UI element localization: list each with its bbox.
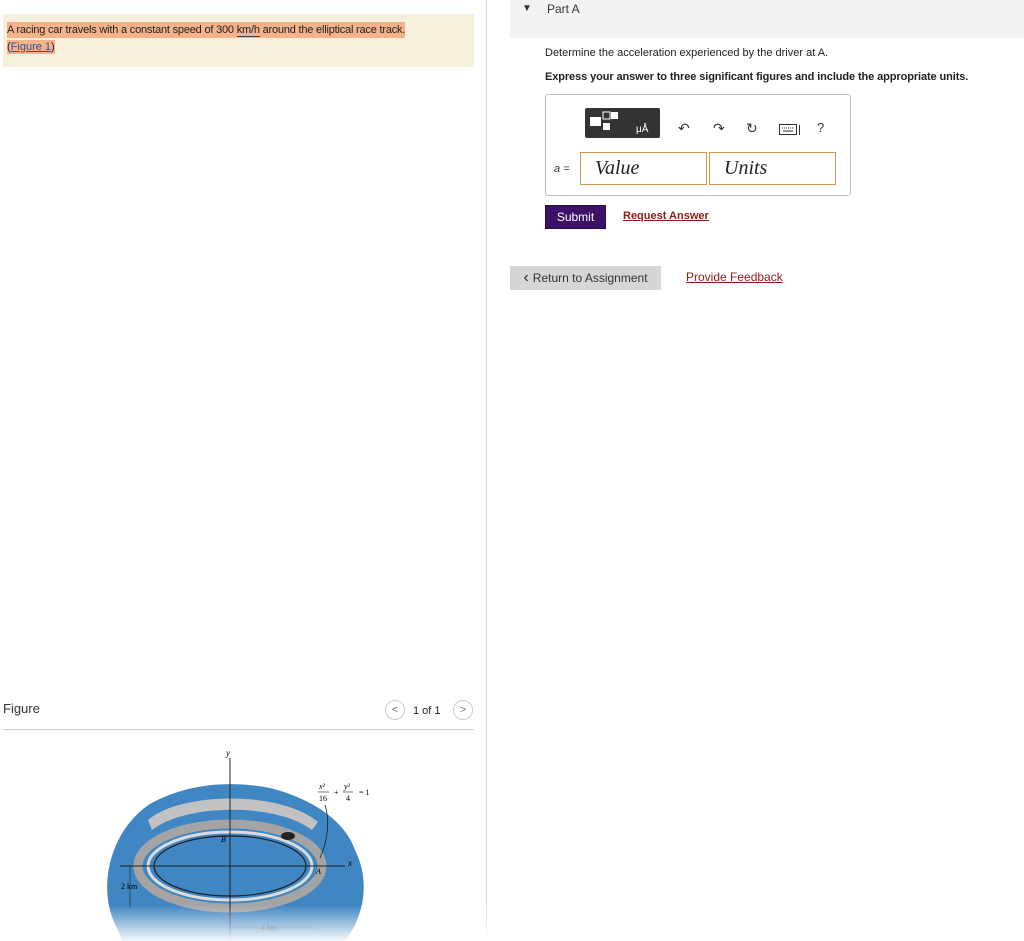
figure-pager: 1 of 1 — [413, 705, 441, 717]
problem-statement: A racing car travels with a constant spe… — [3, 14, 474, 67]
eq-y-den: 4 — [346, 794, 350, 803]
chevron-right-icon: > — [459, 704, 467, 716]
request-answer-link[interactable]: Request Answer — [623, 210, 709, 222]
units-icon: μÅ — [636, 124, 649, 135]
dim-horizontal-label: 4 km — [261, 923, 278, 932]
keyboard-icon — [779, 124, 800, 135]
eq-plus: + — [334, 788, 339, 797]
problem-text-before: A racing car travels with a constant spe… — [7, 24, 237, 36]
help-icon[interactable]: ? — [817, 120, 824, 135]
speed-unit: km/h — [236, 24, 260, 37]
eq-rhs: = 1 — [359, 788, 370, 797]
units-input[interactable]: Units — [709, 152, 836, 185]
eq-x-den: 16 — [319, 794, 327, 803]
submit-button[interactable]: Submit — [545, 205, 606, 229]
part-title: Part A — [547, 2, 580, 16]
units-button[interactable]: μÅ — [620, 108, 660, 138]
reset-icon[interactable]: ↻ — [746, 120, 758, 137]
pane-divider — [486, 0, 487, 941]
templates-icon — [590, 111, 618, 130]
figure-divider — [3, 729, 474, 730]
paren-close: ) — [51, 41, 55, 53]
chevron-left-icon: < — [391, 704, 399, 716]
redo-icon[interactable]: ↷ — [713, 120, 725, 137]
y-axis-label: y — [225, 748, 230, 758]
value-input[interactable]: Value — [580, 152, 707, 185]
race-track-figure: y x B A x² 16 + y² 4 = 1 2 km 4 km — [107, 748, 370, 941]
undo-icon[interactable]: ↶ — [678, 120, 690, 137]
eq-y-num: y² — [343, 782, 351, 791]
return-label: Return to Assignment — [532, 271, 648, 285]
return-to-assignment-button[interactable]: ‹ Return to Assignment — [510, 266, 661, 290]
answer-instruction: Express your answer to three significant… — [545, 71, 969, 83]
question-text: Determine the acceleration experienced b… — [545, 47, 829, 59]
templates-button[interactable] — [585, 108, 625, 138]
keyboard-button[interactable] — [779, 123, 801, 139]
figure-reference: (Figure 1) — [7, 40, 55, 54]
chevron-left-icon: ‹ — [523, 269, 529, 286]
point-b-label: B — [221, 835, 226, 844]
figure-title: Figure — [3, 701, 40, 716]
figure-link[interactable]: Figure 1 — [11, 41, 51, 53]
x-axis-label: x — [347, 858, 352, 868]
provide-feedback-link[interactable]: Provide Feedback — [686, 270, 783, 284]
problem-text-after: around the elliptical race track. — [259, 24, 406, 36]
race-car — [281, 832, 295, 840]
next-figure-button[interactable]: > — [453, 700, 473, 720]
part-a-header[interactable] — [510, 0, 1024, 38]
answer-label: a = — [554, 163, 570, 175]
prev-figure-button[interactable]: < — [385, 700, 405, 720]
collapse-caret-icon[interactable]: ▼ — [522, 3, 532, 14]
problem-text: A racing car travels with a constant spe… — [7, 22, 406, 38]
eq-x-num: x² — [318, 782, 326, 791]
dim-vertical-label: 2 km — [121, 882, 138, 891]
point-a-label: A — [315, 867, 321, 876]
